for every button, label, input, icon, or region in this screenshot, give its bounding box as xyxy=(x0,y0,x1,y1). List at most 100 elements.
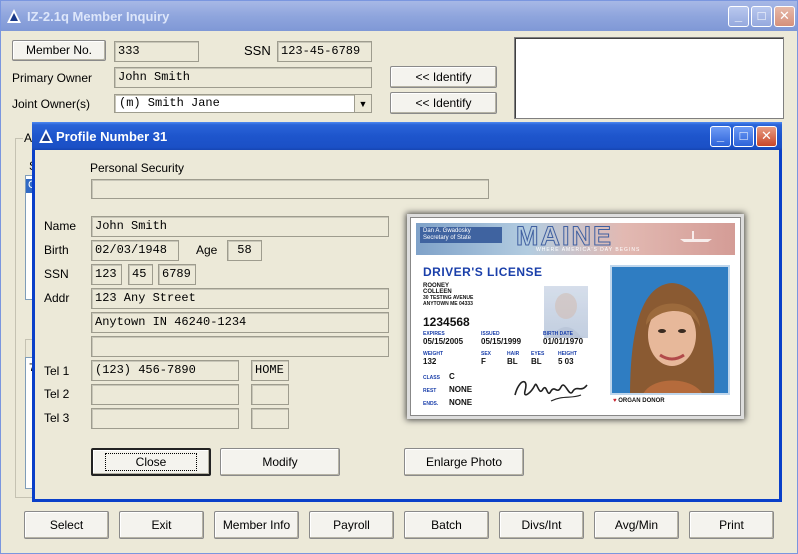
identify-joint-button[interactable]: << Identify xyxy=(390,92,497,114)
primary-owner-field[interactable]: John Smith xyxy=(114,67,372,88)
member-no-button[interactable]: Member No. xyxy=(12,40,106,61)
tel2-label: Tel 2 xyxy=(44,387,70,401)
license-hair: BL xyxy=(507,357,518,366)
license-eyes: BL xyxy=(531,357,542,366)
profile-title-bar[interactable]: Profile Number 31 _ □ ✕ xyxy=(32,122,782,150)
name-field[interactable]: John Smith xyxy=(91,216,389,237)
license-rest-label: REST xyxy=(423,388,437,394)
profile-dialog: Profile Number 31 _ □ ✕ Personal Securit… xyxy=(32,122,782,502)
license-tagline: WHERE AMERICA'S DAY BEGINS xyxy=(536,247,641,253)
tel1-field[interactable]: (123) 456-7890 xyxy=(91,360,239,381)
addr-line2-field[interactable]: Anytown IN 46240-1234 xyxy=(91,312,389,333)
close-icon: ✕ xyxy=(779,8,790,23)
joint-owners-select[interactable]: (m) Smith Jane ▼ xyxy=(114,94,372,113)
license-class: C xyxy=(449,372,455,381)
avg-min-button[interactable]: Avg/Min xyxy=(594,511,679,539)
license-portrait xyxy=(610,265,730,395)
license-weight: 132 xyxy=(423,357,437,366)
divs-int-label: Divs/Int xyxy=(521,518,562,532)
payroll-label: Payroll xyxy=(333,518,370,532)
tel3-field[interactable] xyxy=(91,408,239,429)
license-birth-date: 01/01/1970 xyxy=(543,337,584,346)
addr-line1-field[interactable]: 123 Any Street xyxy=(91,288,389,309)
avg-min-label: Avg/Min xyxy=(614,518,659,532)
minimize-button[interactable]: _ xyxy=(728,6,749,27)
personal-security-label: Personal Security xyxy=(90,161,185,175)
minimize-icon: _ xyxy=(716,128,725,143)
tel3-type-field[interactable] xyxy=(251,408,289,429)
profile-dialog-title: Profile Number 31 xyxy=(56,129,168,144)
license-class-label: CLASS xyxy=(423,375,440,381)
ssn-part3-field[interactable]: 6789 xyxy=(158,264,196,285)
license-ends-label: ENDS. xyxy=(423,401,439,407)
batch-label: Batch xyxy=(431,518,462,532)
license-signed-by: Dan A. Gwadosky Secretary of State xyxy=(420,227,502,243)
license-banner: Dan A. Gwadosky Secretary of State MAINE… xyxy=(416,221,735,255)
batch-button[interactable]: Batch xyxy=(404,511,489,539)
addr-label: Addr xyxy=(44,291,70,305)
license-signature xyxy=(514,380,588,402)
dialog-maximize-button[interactable]: □ xyxy=(733,126,754,147)
dropdown-button[interactable]: ▼ xyxy=(354,95,371,112)
license-rest: NONE xyxy=(449,385,473,394)
name-label: Name xyxy=(44,219,77,233)
birth-label: Birth xyxy=(44,243,69,257)
dialog-close-button[interactable]: ✕ xyxy=(756,126,777,147)
member-info-button[interactable]: Member Info xyxy=(214,511,299,539)
close-window-button[interactable]: ✕ xyxy=(774,6,795,27)
ssn-part2-field[interactable]: 45 xyxy=(128,264,153,285)
maximize-button[interactable]: □ xyxy=(751,6,772,27)
close-profile-button[interactable]: Close xyxy=(91,448,211,476)
print-button[interactable]: Print xyxy=(689,511,774,539)
modify-button[interactable]: Modify xyxy=(220,448,340,476)
dialog-minimize-button[interactable]: _ xyxy=(710,126,731,147)
photo-preview-box xyxy=(514,37,784,119)
license-sex: F xyxy=(481,357,486,366)
license-address2: ANYTOWN ME 04333 xyxy=(423,301,473,307)
license-photo: Dan A. Gwadosky Secretary of State MAINE… xyxy=(410,217,741,416)
ssn-label: SSN xyxy=(244,43,271,58)
organ-donor-text: ORGAN DONOR xyxy=(618,398,665,404)
license-number: 1234568 xyxy=(423,315,470,329)
license-ends: NONE xyxy=(449,398,473,407)
addr-line3-field[interactable] xyxy=(91,336,389,357)
chevron-down-icon: ▼ xyxy=(358,99,368,109)
license-issued: 05/15/1999 xyxy=(481,337,522,346)
close-profile-label: Close xyxy=(104,453,198,471)
select-label: Select xyxy=(49,518,84,532)
tel2-type-field[interactable] xyxy=(251,384,289,405)
tel1-type-field[interactable]: HOME xyxy=(251,360,289,381)
payroll-button[interactable]: Payroll xyxy=(309,511,394,539)
modify-label: Modify xyxy=(262,455,298,469)
joint-owner-selected: (m) Smith Jane xyxy=(119,96,220,110)
birth-field[interactable]: 02/03/1948 xyxy=(91,240,179,261)
portrait-image-icon xyxy=(630,283,715,393)
license-signed-by-line2: Secretary of State xyxy=(423,235,472,241)
identify-primary-button[interactable]: << Identify xyxy=(390,66,497,88)
ssn-label-dialog: SSN xyxy=(44,267,69,281)
close-icon: ✕ xyxy=(761,128,772,143)
license-class-block: CLASS C REST NONE ENDS. NONE xyxy=(423,371,503,410)
joint-owners-label: Joint Owner(s) xyxy=(12,97,91,111)
age-field[interactable]: 58 xyxy=(227,240,262,261)
member-info-label: Member Info xyxy=(222,518,291,532)
select-button[interactable]: Select xyxy=(24,511,109,539)
app-logo-icon xyxy=(7,9,21,23)
maximize-icon: □ xyxy=(757,8,766,23)
tel3-label: Tel 3 xyxy=(44,411,70,425)
ssn-part1-field[interactable]: 123 xyxy=(91,264,122,285)
member-no-field[interactable]: 333 xyxy=(114,41,199,62)
license-expires: 05/15/2005 xyxy=(423,337,464,346)
enlarge-photo-button[interactable]: Enlarge Photo xyxy=(404,448,524,476)
personal-security-field[interactable] xyxy=(91,179,489,199)
enlarge-photo-label: Enlarge Photo xyxy=(425,455,503,469)
ssn-field[interactable]: 123-45-6789 xyxy=(277,41,372,62)
main-title-bar[interactable]: IZ-2.1q Member Inquiry _ □ ✕ xyxy=(1,1,797,31)
tel2-field[interactable] xyxy=(91,384,239,405)
divs-int-button[interactable]: Divs/Int xyxy=(499,511,584,539)
license-signed-by-line1: Dan A. Gwadosky xyxy=(423,228,471,234)
exit-button[interactable]: Exit xyxy=(119,511,204,539)
heart-icon: ♥ xyxy=(613,398,617,404)
tel1-label: Tel 1 xyxy=(44,364,70,378)
organ-donor: ♥ ORGAN DONOR xyxy=(613,398,665,404)
